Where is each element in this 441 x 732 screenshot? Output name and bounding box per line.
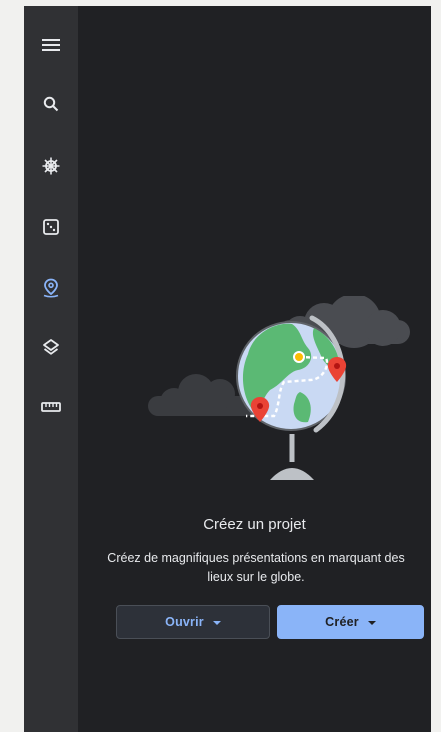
location-pin-icon [43, 278, 59, 298]
side-rail [24, 6, 78, 732]
create-button-label: Créer [325, 615, 359, 629]
ship-wheel-icon [42, 157, 60, 175]
ruler-icon [41, 402, 61, 412]
projects-panel: Créez un projet Créez de magnifiques pré… [78, 6, 431, 732]
layers-icon [43, 339, 59, 355]
chevron-down-icon [367, 621, 376, 625]
panel-title: Créez un projet [203, 516, 306, 533]
globe-with-pins-icon [148, 296, 410, 480]
feeling-lucky-button[interactable] [35, 211, 67, 243]
search-icon [43, 96, 59, 112]
create-button[interactable]: Créer [277, 605, 424, 639]
panel-description: Créez de magnifiques présentations en ma… [107, 551, 405, 584]
app-window: Créez un projet Créez de magnifiques pré… [24, 6, 431, 732]
chevron-down-icon [212, 621, 221, 625]
menu-button[interactable] [35, 29, 67, 61]
voyager-button[interactable] [35, 150, 67, 182]
open-button-label: Ouvrir [165, 615, 204, 629]
dice-icon [43, 219, 59, 235]
map-style-button[interactable] [35, 331, 67, 363]
projects-button[interactable] [35, 272, 67, 304]
open-button[interactable]: Ouvrir [116, 605, 270, 639]
search-button[interactable] [35, 88, 67, 120]
measure-button[interactable] [35, 391, 67, 423]
menu-icon [42, 39, 60, 51]
